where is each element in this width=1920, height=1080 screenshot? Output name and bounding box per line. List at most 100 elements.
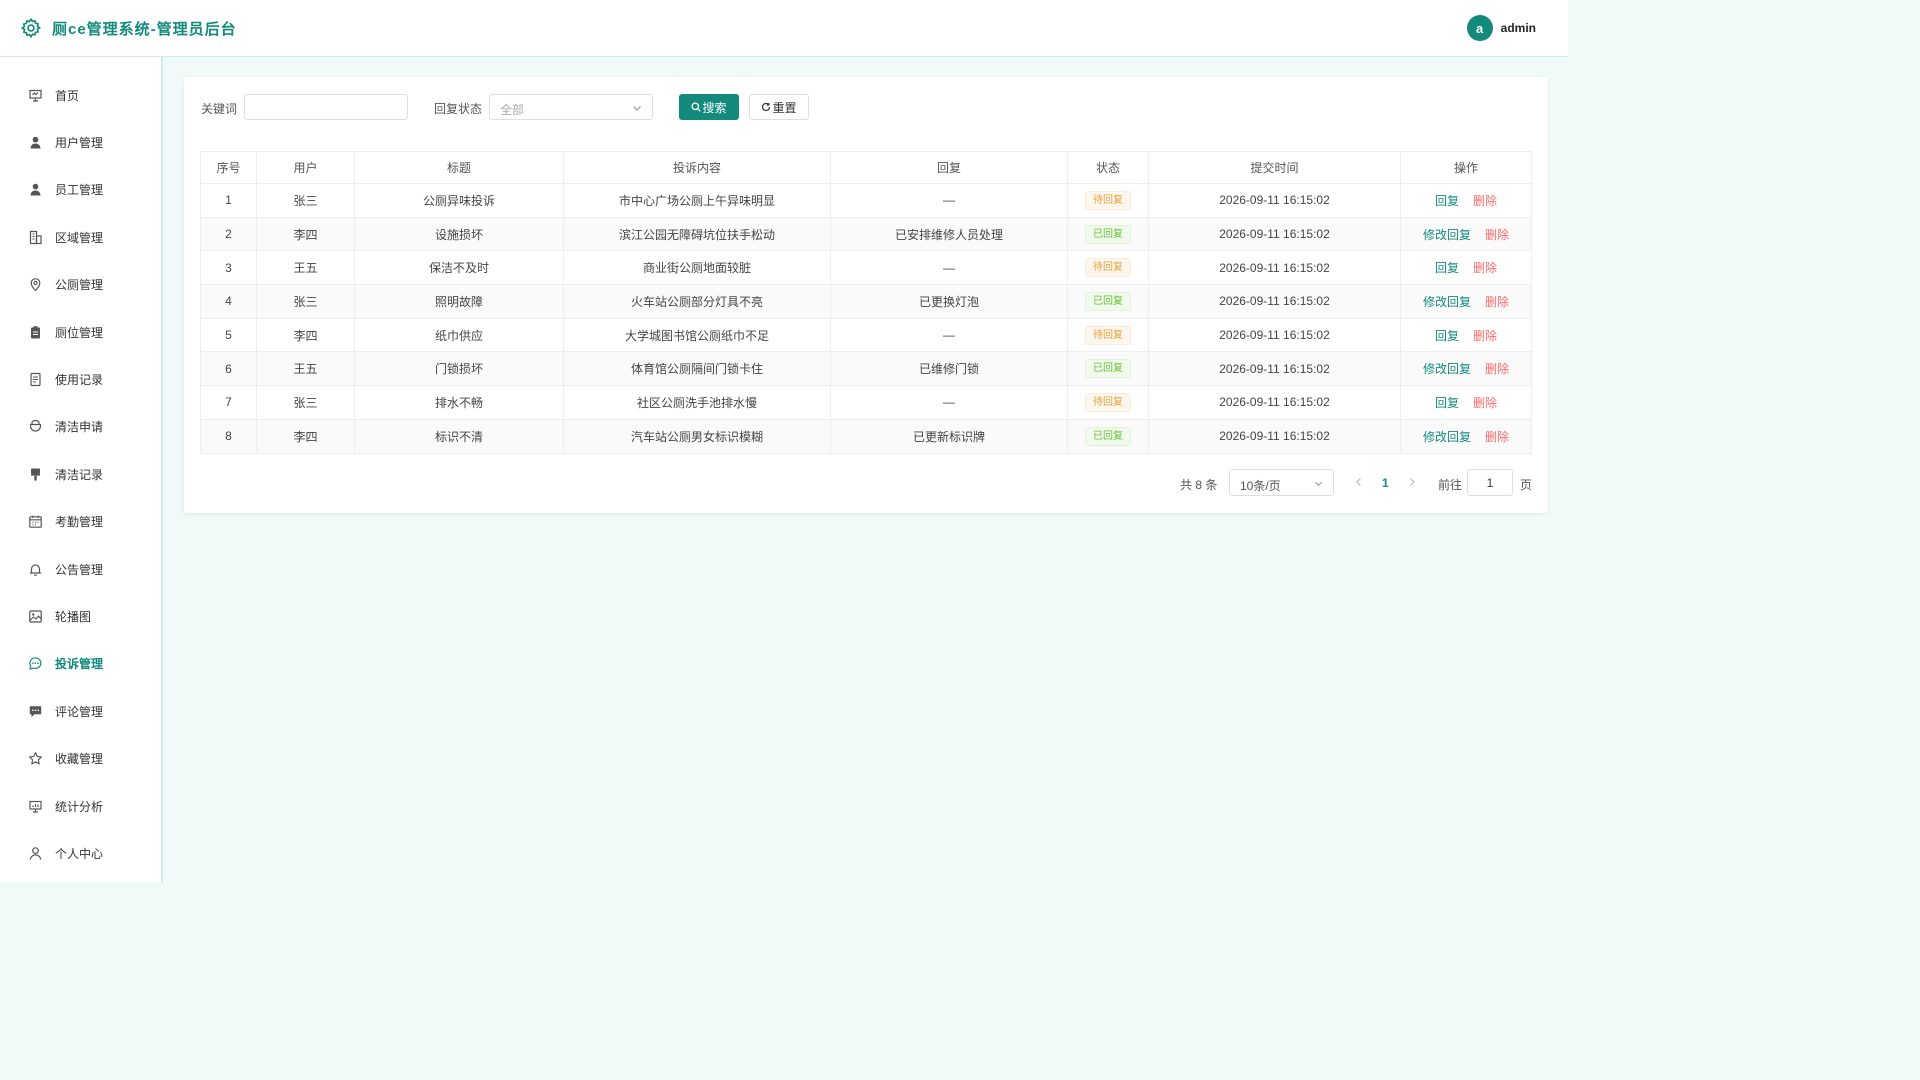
cell-time: 2026-09-11 16:15:02 [1148,183,1401,218]
page-number[interactable]: 1 [1382,476,1389,490]
sidebar-item[interactable]: 清洁申请 [0,407,161,447]
sidebar-item[interactable]: 区域管理 [0,217,161,257]
cell-status: 待回复 [1067,250,1149,286]
sidebar-item-label: 收藏管理 [55,752,104,767]
sidebar-item[interactable]: 使用记录 [0,359,161,399]
cell-status: 已回复 [1067,216,1149,252]
keyword-input[interactable] [244,94,408,120]
table-row: 6 王五 门锁损坏 体育馆公厕隔间门锁卡住 已维修门锁 已回复 2026-09-11 16:… [200,351,1532,387]
reply-button[interactable]: 回复 [1435,329,1459,343]
sidebar-item[interactable]: 评论管理 [0,691,161,731]
edit-reply-button[interactable]: 修改回复 [1423,228,1471,242]
table-row: 3 王五 保洁不及时 商业街公厕地面较脏 — 待回复 2026-09-11 16:15:02… [200,250,1532,286]
cell-content: 体育馆公厕隔间门锁卡住 [563,351,831,387]
sidebar-item-label: 区域管理 [55,230,104,245]
reply-button[interactable]: 回复 [1435,396,1459,410]
cell-content: 火车站公厕部分灯具不亮 [563,284,831,319]
sidebar-item-label: 员工管理 [55,183,104,198]
delete-button[interactable]: 删除 [1473,396,1497,410]
reset-button[interactable]: 重置 [749,94,809,120]
avatar[interactable]: a [1466,15,1493,41]
cell-time: 2026-09-11 16:15:02 [1148,317,1401,353]
reply-button[interactable]: 回复 [1435,194,1459,208]
delete-button[interactable]: 删除 [1485,228,1509,242]
location-icon [30,278,41,292]
delete-button[interactable]: 删除 [1473,194,1497,208]
delete-button[interactable]: 删除 [1485,295,1509,309]
cell-no: 6 [200,351,257,387]
sidebar-item-label: 投诉管理 [55,657,104,672]
sidebar-item[interactable]: 收藏管理 [0,739,161,779]
table-row: 2 李四 设施损坏 滨江公园无障碍坑位扶手松动 已安排维修人员处理 已回复 2026-09-… [200,216,1532,252]
cell-actions: 修改回复 删除 [1400,418,1532,454]
sidebar-item-label: 厕位管理 [55,325,104,340]
edit-reply-button[interactable]: 修改回复 [1423,430,1471,444]
sidebar-item[interactable]: 个人中心 [0,833,161,873]
sidebar-item[interactable]: 用户管理 [0,122,161,162]
cell-content: 社区公厕洗手池排水慢 [563,385,831,420]
reply-button[interactable]: 回复 [1435,261,1459,275]
user-icon [30,184,41,196]
chevron-left-icon[interactable] [1354,476,1364,488]
sidebar-item[interactable]: 员工管理 [0,170,161,210]
sidebar-item[interactable]: 投诉管理 [0,644,161,684]
cell-no: 2 [200,216,257,252]
user-menu[interactable]: a admin [1466,15,1536,41]
chevron-right-icon[interactable] [1407,476,1417,488]
sidebar-item[interactable]: 清洁记录 [0,454,161,494]
column-header: 投诉内容 [563,151,831,184]
goto-page-input[interactable] [1467,469,1513,496]
username[interactable]: admin [1501,21,1536,35]
star-icon [29,752,42,765]
sidebar-item[interactable]: 首页 [0,75,161,115]
clipboard-icon [31,325,40,338]
edit-reply-button[interactable]: 修改回复 [1423,362,1471,376]
calendar-icon [29,515,42,528]
chevron-down-icon [1314,481,1323,487]
delete-button[interactable]: 删除 [1485,362,1509,376]
sidebar-item-label: 清洁申请 [55,420,104,435]
sidebar-item[interactable]: 公告管理 [0,549,161,589]
status-label: 回复状态 [434,102,483,116]
sidebar-item-label: 公厕管理 [55,278,104,293]
cell-title: 纸巾供应 [354,317,564,353]
cell-user: 张三 [256,385,355,420]
document-icon [30,372,41,386]
column-header: 标题 [354,151,564,184]
picture-icon [29,610,42,623]
goto-label: 前往 [1438,478,1463,492]
status-select[interactable]: 全部 [489,94,653,120]
cell-reply: 已更换灯泡 [830,284,1068,319]
page-size-select[interactable]: 10条/页 [1229,469,1334,496]
edit-reply-button[interactable]: 修改回复 [1423,295,1471,309]
sidebar-item-label: 首页 [55,88,80,103]
sidebar-item[interactable]: 厕位管理 [0,312,161,352]
sidebar-item[interactable]: 统计分析 [0,786,161,826]
column-header: 操作 [1400,151,1532,184]
delete-button[interactable]: 删除 [1473,261,1497,275]
status-select-value: 全部 [500,103,525,117]
refresh-icon [762,102,771,112]
column-header: 提交时间 [1148,151,1401,184]
search-button[interactable]: 搜索 [679,94,739,120]
sidebar-item-label: 用户管理 [55,135,104,150]
cell-actions: 回复 删除 [1400,385,1532,420]
cell-reply: 已安排维修人员处理 [830,216,1068,252]
table-row: 8 李四 标识不清 汽车站公厕男女标识模糊 已更新标识牌 已回复 2026-09-11 16… [200,418,1532,454]
sidebar-item[interactable]: 考勤管理 [0,502,161,542]
cup-icon [29,420,42,432]
sidebar-item[interactable]: 公厕管理 [0,265,161,305]
status-badge: 待回复 [1085,190,1131,210]
cell-user: 李四 [256,216,355,252]
table-row: 5 李四 纸巾供应 大学城图书馆公厕纸巾不足 — 待回复 2026-09-11 16:15:… [200,317,1532,353]
building-icon [29,230,42,244]
column-header: 序号 [200,151,257,184]
sidebar-item[interactable]: 轮播图 [0,596,161,636]
data-board-icon [29,800,42,813]
brand: 厕ce管理系统-管理员后台 [20,17,237,39]
cell-title: 标识不清 [354,418,564,454]
search-button-label: 搜索 [702,100,727,115]
delete-button[interactable]: 删除 [1473,329,1497,343]
delete-button[interactable]: 删除 [1485,430,1509,444]
table-row: 4 张三 照明故障 火车站公厕部分灯具不亮 已更换灯泡 已回复 2026-09-11 16:… [200,284,1532,319]
